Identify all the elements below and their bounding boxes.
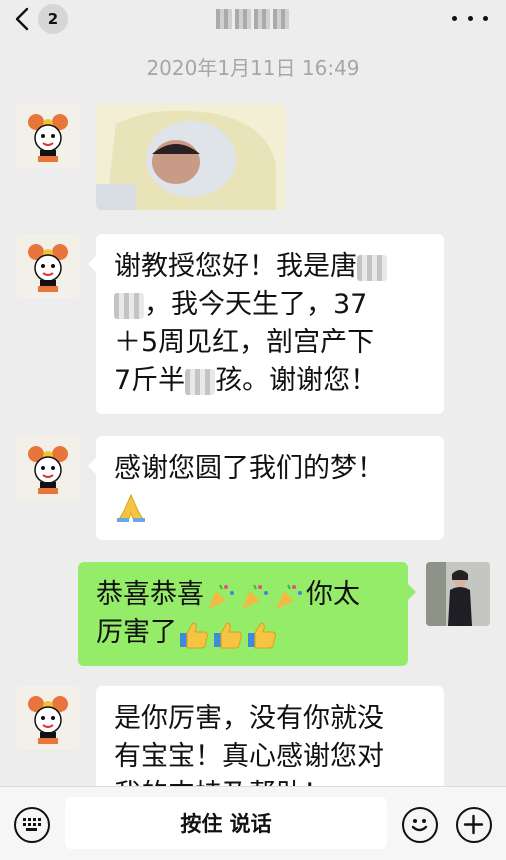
more-functions-button[interactable] — [456, 807, 492, 843]
message-line: 厉害了 — [96, 614, 390, 652]
thumbs-up-icon — [248, 621, 276, 648]
thumbs-up-icon — [180, 621, 208, 648]
message-bubble[interactable]: 谢教授您好！我是唐 ，我今天生了，37 ＋5周见红，剖宫产下 7斤半 孩。谢谢您！ — [88, 234, 444, 414]
message-line: ＋5周见红，剖宫产下 — [114, 327, 375, 358]
chat-header: 2 — [0, 0, 506, 40]
message-line: ，我今天生了，37 — [114, 286, 426, 324]
redacted-text — [357, 254, 387, 281]
unread-count-badge: 2 — [38, 4, 68, 34]
chevron-left-icon — [15, 7, 29, 31]
emoji-button[interactable] — [402, 807, 438, 843]
party-popper-icon — [242, 584, 268, 609]
newborn-photo[interactable] — [96, 104, 286, 210]
keyboard-toggle-button[interactable] — [14, 807, 50, 843]
dot-icon — [483, 15, 488, 21]
dot-icon — [467, 15, 473, 21]
message-timestamp: 2020年1月11日 16:49 — [146, 56, 360, 80]
cartoon-avatar-icon — [16, 686, 80, 750]
avatar[interactable] — [16, 234, 80, 298]
chat-title-redacted — [216, 6, 290, 32]
redacted-text — [185, 368, 216, 395]
cartoon-avatar-icon — [16, 104, 80, 168]
cartoon-avatar-icon — [16, 234, 80, 298]
chat-input-bar: 按住 说话 — [0, 786, 506, 860]
plus-icon — [463, 814, 484, 835]
message-bubble[interactable]: 恭喜恭喜 你太 厉害了 — [78, 562, 416, 666]
message-line: 是你厉害，没有你就没 — [114, 703, 384, 734]
message-line: 有宝宝！真心感谢您对 — [114, 741, 384, 772]
hold-to-talk-button[interactable]: 按住 说话 — [65, 797, 387, 849]
dot-icon — [452, 15, 457, 21]
message-bubble[interactable]: 感谢您圆了我们的梦！ — [88, 436, 444, 540]
thumbs-up-icon — [214, 621, 242, 648]
photo-avatar-icon — [426, 562, 490, 626]
photo-image — [96, 104, 286, 210]
folded-hands-icon — [117, 493, 145, 522]
cartoon-avatar-icon — [16, 436, 80, 500]
avatar[interactable] — [16, 686, 80, 750]
avatar[interactable] — [16, 436, 80, 500]
avatar[interactable] — [426, 562, 490, 626]
smiley-icon — [411, 819, 428, 832]
party-popper-icon — [276, 584, 302, 609]
message-line: 恭喜恭喜 你太 — [96, 579, 360, 610]
avatar[interactable] — [16, 104, 80, 168]
more-options-button[interactable] — [452, 8, 488, 28]
message-line — [114, 488, 426, 526]
message-line: 谢教授您好！我是唐 — [114, 248, 426, 286]
party-popper-icon — [208, 584, 234, 609]
redacted-text — [114, 292, 144, 319]
message-line: 感谢您圆了我们的梦！ — [114, 453, 384, 484]
back-button[interactable]: 2 — [14, 4, 74, 34]
message-line: 7斤半 孩。谢谢您！ — [114, 365, 378, 396]
keyboard-icon — [23, 818, 41, 831]
